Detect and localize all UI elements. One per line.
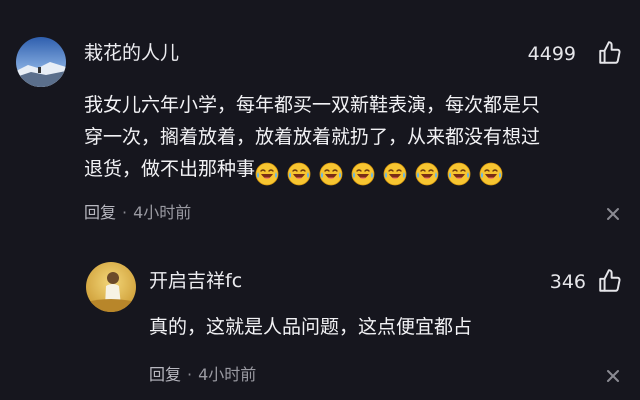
reply-like-count: 346	[549, 271, 586, 293]
laughing-crying-emoji-icon	[415, 162, 439, 185]
timestamp: 4小时前	[133, 203, 192, 222]
comment-meta: 回复 · 4小时前	[84, 202, 191, 224]
comment-text: 我女儿六年小学，每年都买一双新鞋表演，每次都是只穿一次，搁着放着，放着放着就扔了…	[84, 89, 544, 189]
reply-button[interactable]: 回复	[149, 365, 181, 384]
separator: ·	[122, 203, 128, 222]
laughing-crying-emoji-icon	[351, 162, 375, 185]
timestamp: 4小时前	[198, 365, 257, 384]
reply-avatar[interactable]	[86, 262, 136, 312]
separator: ·	[187, 365, 193, 384]
reply-text: 真的，这就是人品问题，这点便宜都占	[149, 316, 473, 338]
close-icon[interactable]	[606, 206, 620, 220]
avatar[interactable]	[16, 37, 66, 87]
laughing-crying-emoji-icon	[479, 162, 503, 185]
like-count: 4499	[527, 43, 576, 65]
reply-meta: 回复 · 4小时前	[149, 364, 256, 386]
laughing-crying-emoji-icon	[255, 162, 279, 185]
reply-author[interactable]: 开启吉祥fc	[149, 268, 242, 294]
emoji-row	[255, 157, 511, 189]
laughing-crying-emoji-icon	[447, 162, 471, 185]
thumbs-up-icon[interactable]	[597, 268, 623, 294]
reply-button[interactable]: 回复	[84, 203, 116, 222]
laughing-crying-emoji-icon	[383, 162, 407, 185]
laughing-crying-emoji-icon	[319, 162, 343, 185]
thumbs-up-icon[interactable]	[597, 40, 623, 66]
comment-thread: 栽花的人儿 4499 我女儿六年小学，每年都买一双新鞋表演，每次都是只穿一次，搁…	[0, 0, 640, 400]
comment-author[interactable]: 栽花的人儿	[84, 40, 179, 66]
laughing-crying-emoji-icon	[287, 162, 311, 185]
close-icon[interactable]	[606, 368, 620, 382]
